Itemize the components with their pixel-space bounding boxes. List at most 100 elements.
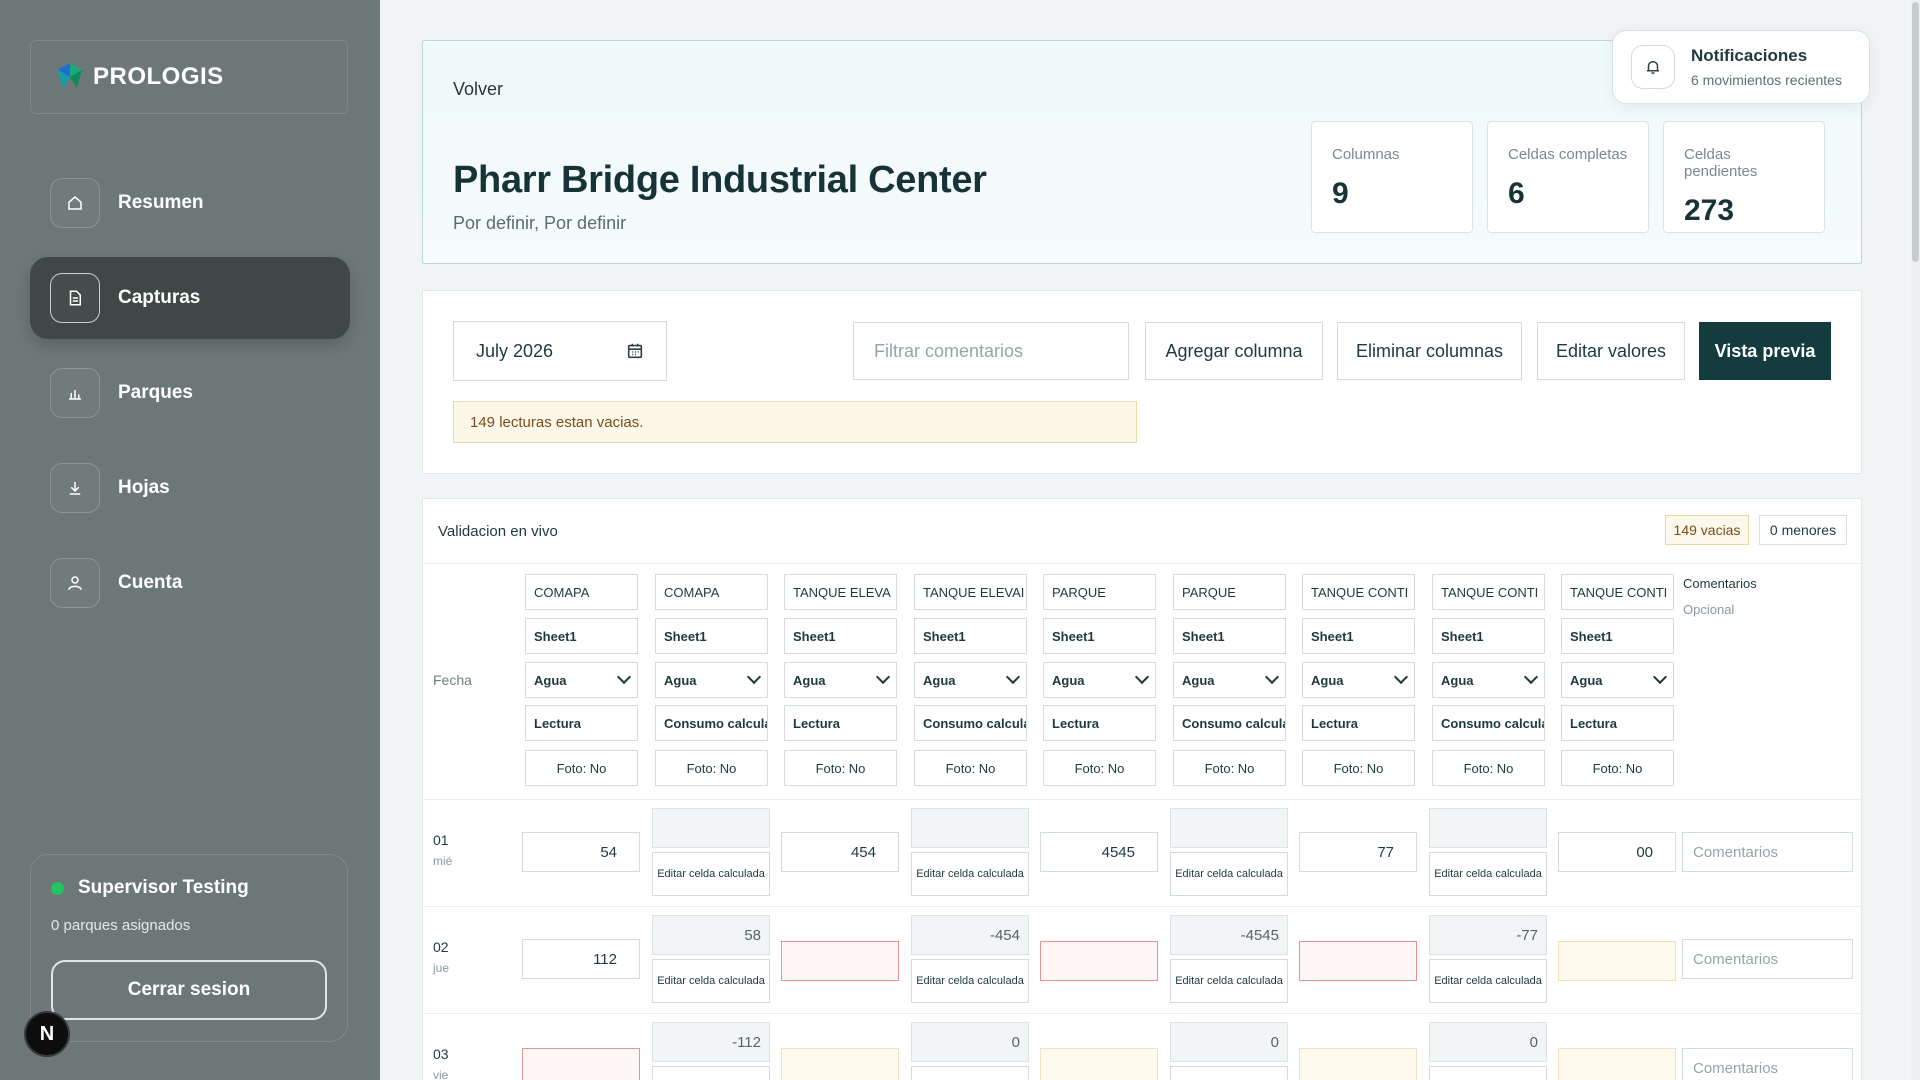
comments-input[interactable]: Comentarios: [1682, 939, 1853, 979]
edit-calculated-cell-button[interactable]: Editar celda calculada: [1429, 959, 1547, 1003]
reading-input[interactable]: 4545: [1040, 832, 1158, 872]
filter-comments-input[interactable]: [853, 322, 1129, 380]
column-kind-field[interactable]: Consumo calcula: [655, 705, 768, 741]
reading-input[interactable]: [781, 1048, 899, 1080]
calendar-icon[interactable]: [626, 342, 644, 365]
edit-calculated-cell-button[interactable]: Editar celda calculada: [1429, 1066, 1547, 1080]
column-kind-field[interactable]: Consumo calcula: [914, 705, 1027, 741]
column-sheet-field[interactable]: Sheet1: [1043, 618, 1156, 654]
add-column-button[interactable]: Agregar columna: [1145, 322, 1323, 380]
reading-input[interactable]: [781, 941, 899, 981]
edit-calculated-cell-button[interactable]: Editar celda calculada: [1429, 852, 1547, 896]
column-sheet-field[interactable]: Sheet1: [784, 618, 897, 654]
edit-calculated-cell-button[interactable]: Editar celda calculada: [1170, 852, 1288, 896]
back-link[interactable]: Volver: [453, 79, 503, 100]
sidebar-item-capturas[interactable]: Capturas: [30, 257, 350, 339]
reading-input[interactable]: [1299, 1048, 1417, 1080]
column-sheet-field[interactable]: Sheet1: [525, 618, 638, 654]
edit-calculated-cell-button[interactable]: Editar celda calculada: [1170, 959, 1288, 1003]
edit-calculated-cell-button[interactable]: Editar celda calculada: [911, 852, 1029, 896]
column-kind-field[interactable]: Consumo calcula: [1173, 705, 1286, 741]
brand[interactable]: PROLOGIS: [30, 40, 348, 114]
reading-input[interactable]: [1558, 941, 1676, 981]
column-photo-field[interactable]: Foto: No: [655, 750, 768, 786]
reading-input[interactable]: 454: [781, 832, 899, 872]
column-type-select[interactable]: Agua: [525, 662, 638, 698]
edit-calculated-cell-button[interactable]: Editar celda calculada: [652, 852, 770, 896]
column-name-field[interactable]: PARQUE: [1043, 574, 1156, 610]
column-sheet-field[interactable]: Sheet1: [1302, 618, 1415, 654]
reading-input[interactable]: [1558, 1048, 1676, 1080]
page-scrollbar-thumb[interactable]: [1912, 2, 1919, 262]
sidebar-item-hojas[interactable]: Hojas: [30, 447, 350, 529]
column-type-select[interactable]: Agua: [784, 662, 897, 698]
sidebar-item-resumen[interactable]: Resumen: [30, 162, 350, 244]
column-kind-field[interactable]: Lectura: [784, 705, 897, 741]
column-kind-field[interactable]: Consumo calcula: [1432, 705, 1545, 741]
column-type-select[interactable]: Agua: [1302, 662, 1415, 698]
sidebar-item-label: Parques: [118, 382, 193, 403]
reading-input[interactable]: 112: [522, 939, 640, 979]
reading-input[interactable]: 77: [1299, 832, 1417, 872]
edit-calculated-cell-button[interactable]: Editar celda calculada: [652, 1066, 770, 1080]
column-type-select[interactable]: Agua: [1561, 662, 1674, 698]
column-sheet-field[interactable]: Sheet1: [914, 618, 1027, 654]
comments-input[interactable]: Comentarios: [1682, 832, 1853, 872]
column-kind-field[interactable]: Lectura: [525, 705, 638, 741]
column-name-field[interactable]: TANQUE ELEVAI: [914, 574, 1027, 610]
column-name-field[interactable]: TANQUE CONTI: [1302, 574, 1415, 610]
edit-calculated-cell-button[interactable]: Editar celda calculada: [911, 959, 1029, 1003]
column-photo-field[interactable]: Foto: No: [1302, 750, 1415, 786]
column-sheet-field[interactable]: Sheet1: [1561, 618, 1674, 654]
column-name-field[interactable]: TANQUE CONTI: [1432, 574, 1545, 610]
column-sheet-field[interactable]: Sheet1: [655, 618, 768, 654]
column-type-select[interactable]: Agua: [914, 662, 1027, 698]
sidebar-item-parques[interactable]: Parques: [30, 352, 350, 434]
column-name-field[interactable]: COMAPA: [655, 574, 768, 610]
delete-columns-button[interactable]: Eliminar columnas: [1337, 322, 1522, 380]
sidebar-item-cuenta[interactable]: Cuenta: [30, 542, 350, 624]
column-photo-field-text: Foto: No: [556, 760, 607, 776]
column-name-field[interactable]: TANQUE CONTI: [1561, 574, 1674, 610]
column-kind-field[interactable]: Lectura: [1561, 705, 1674, 741]
reading-input[interactable]: 00: [1558, 832, 1676, 872]
column-type-select[interactable]: Agua: [1432, 662, 1545, 698]
edit-calculated-cell-button[interactable]: Editar celda calculada: [1170, 1066, 1288, 1080]
column-sheet-field[interactable]: Sheet1: [1173, 618, 1286, 654]
n-badge-icon[interactable]: N: [24, 1011, 70, 1057]
column-photo-field[interactable]: Foto: No: [1173, 750, 1286, 786]
column-type-select[interactable]: Agua: [1043, 662, 1156, 698]
column-photo-field-text: Foto: No: [686, 760, 737, 776]
column-type-select[interactable]: Agua: [655, 662, 768, 698]
column-sheet-field[interactable]: Sheet1: [1432, 618, 1545, 654]
column-name-field[interactable]: PARQUE: [1173, 574, 1286, 610]
column-photo-field[interactable]: Foto: No: [1043, 750, 1156, 786]
chevron-down-icon: [875, 669, 891, 685]
reading-input[interactable]: [522, 1048, 640, 1080]
column-name-field-text: PARQUE: [1052, 584, 1106, 600]
reading-input[interactable]: [1040, 1048, 1158, 1080]
column-photo-field[interactable]: Foto: No: [784, 750, 897, 786]
column-photo-field[interactable]: Foto: No: [1561, 750, 1674, 786]
edit-values-button[interactable]: Editar valores: [1537, 322, 1685, 380]
comments-input[interactable]: Comentarios: [1682, 1048, 1853, 1080]
preview-button[interactable]: Vista previa: [1699, 322, 1831, 380]
logout-button[interactable]: Cerrar sesion: [51, 960, 327, 1020]
column-type-select[interactable]: Agua: [1173, 662, 1286, 698]
notifications-panel[interactable]: Notificaciones 6 movimientos recientes: [1612, 30, 1870, 104]
column-kind-field[interactable]: Lectura: [1302, 705, 1415, 741]
column-name-field[interactable]: TANQUE ELEVA: [784, 574, 897, 610]
column-sheet-field-text: Sheet1: [1311, 628, 1354, 644]
edit-calculated-cell-button[interactable]: Editar celda calculada: [652, 959, 770, 1003]
column-kind-field[interactable]: Lectura: [1043, 705, 1156, 741]
edit-calculated-cell-button[interactable]: Editar celda calculada: [911, 1066, 1029, 1080]
column-name-field[interactable]: COMAPA: [525, 574, 638, 610]
column-photo-field[interactable]: Foto: No: [914, 750, 1027, 786]
column-photo-field[interactable]: Foto: No: [1432, 750, 1545, 786]
user-card: Supervisor Testing 0 parques asignados C…: [30, 854, 348, 1042]
column-photo-field[interactable]: Foto: No: [525, 750, 638, 786]
reading-input[interactable]: 54: [522, 832, 640, 872]
reading-input[interactable]: [1040, 941, 1158, 981]
reading-input[interactable]: [1299, 941, 1417, 981]
month-picker[interactable]: July 2026: [453, 321, 667, 381]
